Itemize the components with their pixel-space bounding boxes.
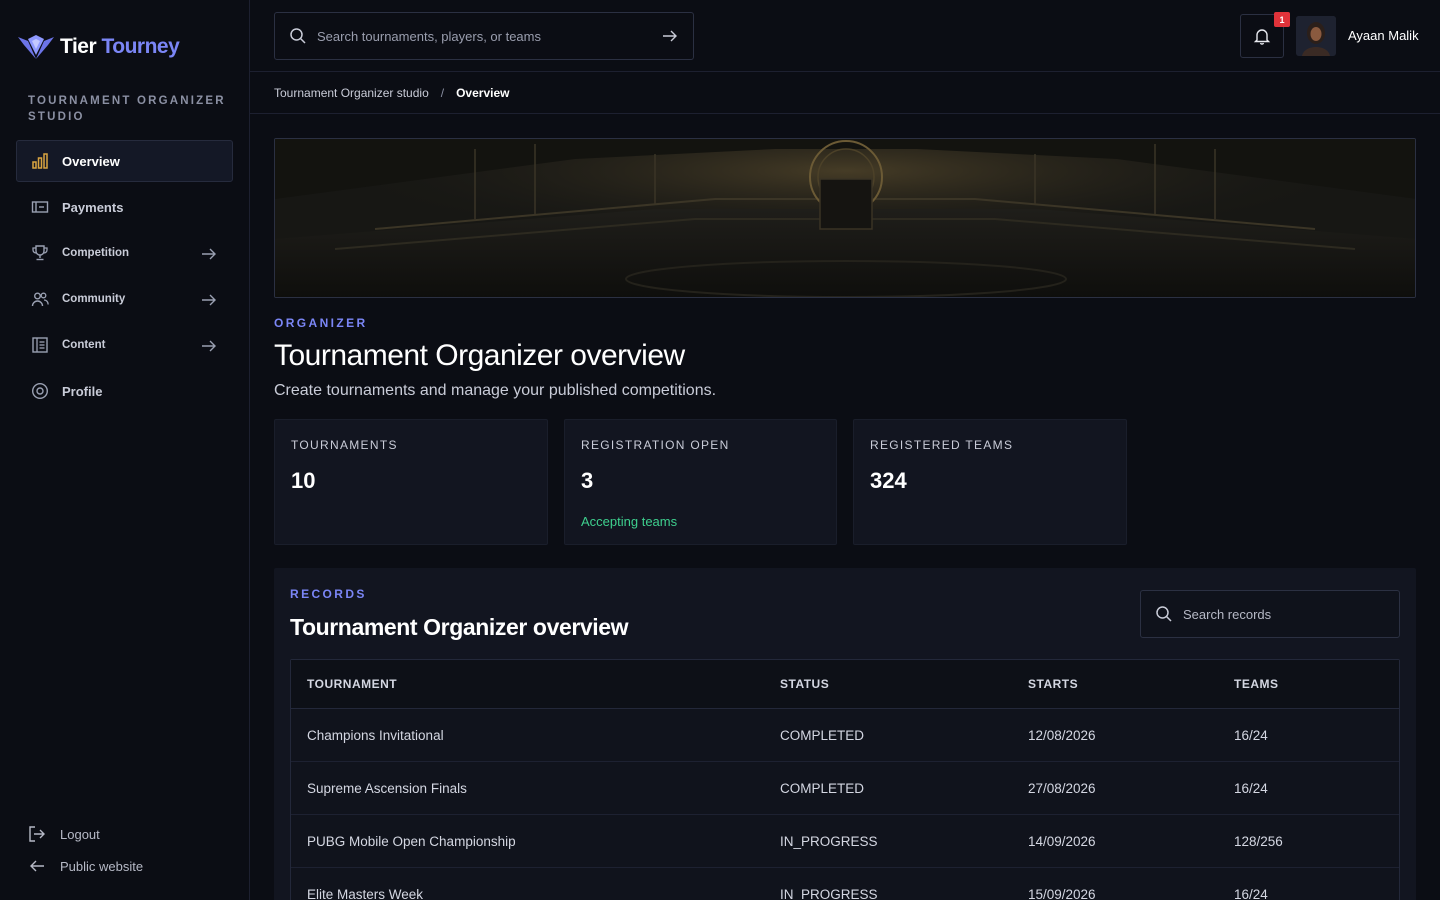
notification-badge: 1: [1274, 12, 1290, 27]
avatar[interactable]: [1296, 16, 1336, 56]
sidebar-item-label: Competition: [62, 247, 130, 259]
cell-starts: 27/08/2026: [1028, 780, 1096, 796]
profile-gear-icon: [31, 382, 49, 400]
global-search-input[interactable]: Search tournaments, players, or teams: [274, 12, 694, 60]
search-icon: [1156, 606, 1172, 622]
cell-status: IN_PROGRESS: [780, 833, 878, 849]
sidebar-nav: Overview Payments Competition Community: [16, 140, 233, 416]
column-header-starts[interactable]: STARTS: [1028, 677, 1234, 691]
sidebar-item-label: Overview: [62, 153, 120, 169]
sidebar-item-label: Content: [62, 339, 106, 351]
table-header: TOURNAMENT STATUS STARTS TEAMS: [291, 660, 1399, 709]
cell-starts: 14/09/2026: [1028, 833, 1096, 849]
sidebar-bottom: Logout Public website: [28, 822, 143, 886]
logout-link[interactable]: Logout: [28, 822, 143, 846]
records-search-placeholder: Search records: [1183, 606, 1272, 622]
bar-chart-icon: [31, 152, 49, 170]
breadcrumb-current: Overview: [456, 85, 510, 100]
stat-value: 3: [581, 468, 594, 493]
records-table: TOURNAMENT STATUS STARTS TEAMS Champions…: [290, 659, 1400, 900]
public-website-link[interactable]: Public website: [28, 854, 143, 878]
arrow-left-icon: [30, 860, 44, 872]
breadcrumb-parent[interactable]: Tournament Organizer studio: [274, 86, 429, 100]
table-row[interactable]: PUBG Mobile Open Championship IN_PROGRES…: [291, 815, 1399, 868]
cell-teams: 16/24: [1234, 780, 1268, 796]
stat-value: 324: [870, 468, 907, 493]
stat-label: REGISTRATION OPEN: [581, 438, 730, 452]
logout-label: Logout: [60, 826, 100, 842]
cell-status: IN_PROGRESS: [780, 886, 878, 900]
sidebar-item-label: Community: [62, 293, 126, 305]
sidebar-item-overview[interactable]: Overview: [16, 140, 233, 182]
table-row[interactable]: Champions Invitational COMPLETED 12/08/2…: [291, 709, 1399, 762]
arrow-right-icon: [202, 294, 216, 306]
cell-status: COMPLETED: [780, 727, 865, 743]
page-subtitle: Create tournaments and manage your publi…: [274, 382, 717, 399]
arrow-right-icon: [202, 248, 216, 260]
users-icon: [31, 290, 49, 308]
cell-tournament: Elite Masters Week: [307, 886, 424, 900]
studio-section-label: TOURNAMENT ORGANIZER STUDIO: [28, 95, 226, 123]
payment-icon: [31, 198, 49, 216]
sidebar-item-profile[interactable]: Profile: [16, 370, 233, 412]
user-name[interactable]: Ayaan Malik: [1348, 28, 1419, 43]
page-eyebrow: ORGANIZER: [274, 316, 368, 330]
column-header-teams[interactable]: TEAMS: [1234, 677, 1394, 691]
sidebar: Tier Tourney TOURNAMENT ORGANIZER STUDIO…: [0, 0, 250, 900]
arrow-right-icon[interactable]: [661, 27, 679, 45]
column-header-status[interactable]: STATUS: [780, 677, 1028, 691]
cell-teams: 128/256: [1234, 833, 1283, 849]
breadcrumb: Tournament Organizer studio / Overview: [250, 72, 1440, 114]
sidebar-item-label: Profile: [62, 383, 103, 399]
stat-note: Accepting teams: [581, 514, 678, 529]
cell-tournament: PUBG Mobile Open Championship: [307, 833, 516, 849]
records-eyebrow: RECORDS: [290, 587, 367, 601]
table-row[interactable]: Elite Masters Week IN_PROGRESS 15/09/202…: [291, 868, 1399, 900]
stat-value: 10: [291, 468, 316, 493]
records-search-input[interactable]: Search records: [1140, 590, 1400, 638]
logout-icon: [29, 826, 45, 842]
table-row[interactable]: Supreme Ascension Finals COMPLETED 27/08…: [291, 762, 1399, 815]
stat-label: REGISTERED TEAMS: [870, 438, 1014, 452]
sidebar-item-payments[interactable]: Payments: [16, 186, 233, 228]
public-website-label: Public website: [60, 858, 144, 874]
trophy-icon: [31, 244, 49, 262]
cell-tournament: Champions Invitational: [307, 727, 444, 743]
records-panel: RECORDS Tournament Organizer overview Se…: [274, 568, 1416, 900]
logo-icon: [18, 35, 54, 59]
sidebar-item-community[interactable]: Community: [16, 278, 233, 320]
brand-logo[interactable]: Tier Tourney: [16, 30, 180, 64]
cell-starts: 12/08/2026: [1028, 727, 1096, 743]
breadcrumb-separator: /: [440, 85, 445, 100]
column-header-tournament[interactable]: TOURNAMENT: [291, 677, 780, 691]
search-icon: [290, 28, 306, 44]
cell-tournament: Supreme Ascension Finals: [307, 780, 467, 796]
sidebar-item-competition[interactable]: Competition: [16, 232, 233, 274]
document-icon: [31, 336, 49, 354]
sidebar-item-label: Payments: [62, 199, 124, 215]
search-placeholder: Search tournaments, players, or teams: [317, 28, 541, 44]
stat-label: TOURNAMENTS: [291, 438, 398, 452]
cell-status: COMPLETED: [780, 780, 865, 796]
cell-starts: 15/09/2026: [1028, 886, 1096, 900]
stat-card-tournaments: TOURNAMENTS 10: [274, 419, 548, 545]
sidebar-item-content[interactable]: Content: [16, 324, 233, 366]
topbar: Search tournaments, players, or teams 1 …: [250, 0, 1440, 72]
bell-icon: [1253, 29, 1271, 45]
cell-teams: 16/24: [1234, 727, 1268, 743]
notifications-button[interactable]: 1: [1240, 12, 1290, 58]
hero-banner-image: [274, 138, 1416, 298]
brand-name: Tier Tourney: [60, 35, 180, 58]
stat-card-registered-teams: REGISTERED TEAMS 324: [853, 419, 1127, 545]
cell-teams: 16/24: [1234, 886, 1268, 900]
stat-card-registration-open: REGISTRATION OPEN 3 Accepting teams: [564, 419, 837, 545]
arrow-right-icon: [202, 340, 216, 352]
page-title: Tournament Organizer overview: [274, 339, 685, 372]
records-title: Tournament Organizer overview: [290, 614, 629, 640]
